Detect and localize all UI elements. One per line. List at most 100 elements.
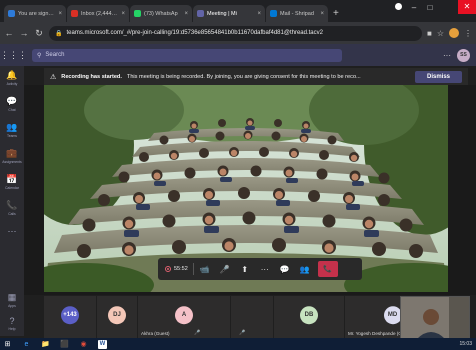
calendar-icon: 📅 (6, 174, 18, 184)
tab-favicon (8, 10, 15, 17)
mic-muted-icon: 🎤 (219, 264, 230, 274)
back-button[interactable]: ← (4, 28, 14, 38)
browser-menu-icon[interactable]: ⋮ (464, 29, 472, 38)
minimize-button[interactable]: – (408, 3, 420, 12)
hang-up-icon: 📞 (323, 266, 333, 273)
search-placeholder: Search (45, 52, 65, 58)
new-tab-button[interactable]: + (333, 8, 339, 19)
participant-overflow-tile[interactable]: +143 (44, 296, 96, 338)
app-launcher-icon[interactable]: ⋮⋮⋮ (0, 50, 27, 61)
hang-up-button[interactable]: 📞 (317, 261, 338, 277)
user-avatar[interactable]: SS (457, 48, 470, 62)
phone-icon: 📞 (6, 200, 18, 210)
bookmark-star-icon[interactable]: ☆ (437, 29, 444, 38)
browser-tab[interactable]: Mail - Shripad × (266, 5, 328, 22)
rail-item-more[interactable]: ⋯ (0, 226, 24, 237)
url-text: teams.microsoft.com/_#/pre-join-calling/… (66, 30, 323, 36)
teams-header: ⋮⋮⋮ ⚲ Search ··· SS (0, 44, 476, 66)
more-icon: ··· (260, 264, 269, 274)
app-icon[interactable]: ⬛ (60, 340, 69, 349)
browser-tab[interactable]: Inbox (2,444) - d × (67, 5, 129, 22)
rail-item-assignments[interactable]: 💼 Assignments (0, 148, 24, 164)
banner-message: This meeting is being recorded. By joini… (126, 73, 361, 80)
rail-item-calls[interactable]: 📞 Calls (0, 200, 24, 216)
tab-close-icon[interactable]: × (257, 11, 261, 17)
more-actions-button[interactable]: ··· (256, 260, 274, 278)
banner-title: Recording has started. (61, 73, 122, 80)
chat-icon: 💬 (6, 96, 18, 106)
search-icon: ⚲ (37, 52, 42, 59)
browser-tab[interactable]: (73) WhatsAp × (130, 5, 192, 22)
share-icon: ⬆ (241, 264, 249, 274)
participant-tile[interactable]: DB (274, 296, 344, 338)
tab-close-icon[interactable]: × (320, 11, 324, 17)
browser-tab-active[interactable]: Meeting | Mi × (193, 5, 265, 22)
forward-button[interactable]: → (19, 28, 29, 38)
camera-button[interactable]: 📹 (196, 260, 214, 278)
chrome-icon[interactable]: ◉ (79, 340, 88, 349)
browser-tab[interactable]: You are signed i × (4, 5, 66, 22)
tab-favicon (197, 10, 204, 17)
tab-close-icon[interactable]: × (58, 11, 62, 17)
tab-close-icon[interactable]: × (121, 11, 125, 17)
participant-avatar: DJ (108, 306, 126, 325)
app-rail: 🔔 Activity 💬 Chat 👥 Teams 💼 Assignments 📅 Cal… (0, 66, 24, 336)
participant-tile[interactable]: A Akhra (Guest) 🎤 (138, 296, 230, 338)
close-window-button[interactable]: ✕ (458, 0, 476, 14)
url-field[interactable]: 🔒 teams.microsoft.com/_#/pre-join-callin… (49, 25, 422, 41)
bell-icon: 🔔 (6, 70, 18, 80)
lock-icon: 🔒 (55, 30, 63, 37)
briefcase-icon: 💼 (6, 148, 18, 158)
window-controls: – □ (392, 3, 436, 12)
cast-icon[interactable]: ■ (427, 29, 432, 38)
participant-avatar: MD (383, 306, 402, 325)
browser-actions: ■ ☆ ⋮ (427, 28, 472, 38)
folder-icon[interactable]: 📁 (41, 340, 50, 349)
tab-title: Meeting | Mi (207, 10, 237, 17)
rail-item-activity[interactable]: 🔔 Activity (0, 70, 24, 86)
windows-taskbar: ⊞ e 📁 ⬛ ◉ W 15:03 (0, 338, 476, 350)
mic-icon: 🎤 (239, 330, 246, 336)
apps-icon: ▦ (7, 292, 17, 302)
help-icon: ? (9, 316, 15, 326)
mic-icon: 🎤 (194, 330, 201, 336)
call-duration: 55:52 (174, 266, 188, 272)
participants-button[interactable]: 👥 (296, 260, 314, 278)
self-view-image (401, 297, 469, 339)
profile-avatar[interactable] (449, 28, 459, 38)
tab-title: You are signed i (18, 10, 56, 17)
more-options-icon[interactable]: ··· (443, 51, 451, 60)
maximize-button[interactable]: □ (424, 3, 436, 12)
tab-title: Inbox (2,444) - d (81, 10, 119, 17)
chat-button[interactable]: 💬 (276, 260, 294, 278)
dismiss-button[interactable]: Dismiss (414, 70, 462, 83)
participant-tile[interactable]: DJ (97, 296, 137, 338)
start-icon[interactable]: ⊞ (3, 340, 12, 349)
rail-item-calendar[interactable]: 📅 Calendar (0, 174, 24, 190)
camera-icon: 📹 (199, 264, 210, 274)
reload-button[interactable]: ↻ (34, 28, 44, 39)
overflow-count-badge: +143 (61, 306, 79, 325)
share-button[interactable]: ⬆ (236, 260, 254, 278)
tab-favicon (71, 10, 78, 17)
call-controls: 55:52 📹 🎤 ⬆ ··· 💬 👥 📞 (158, 258, 362, 280)
tab-title: (73) WhatsAp (144, 10, 178, 17)
record-icon (392, 3, 404, 12)
participant-name: Mr. Yogesh Deshpande (G... (348, 331, 406, 336)
rail-item-teams[interactable]: 👥 Teams (0, 122, 24, 138)
rail-item-help[interactable]: ? Help (0, 316, 24, 331)
rail-item-chat[interactable]: 💬 Chat (0, 96, 24, 112)
participant-strip: +143 DJ A Akhra (Guest) 🎤 🎤 DB MD Mr. Yo… (44, 296, 440, 338)
tab-close-icon[interactable]: × (184, 11, 188, 17)
rail-item-apps[interactable]: ▦ Apps (0, 292, 24, 308)
participant-tile[interactable]: 🎤 (231, 296, 273, 338)
mic-button[interactable]: 🎤 (216, 260, 234, 278)
self-view-video (400, 296, 470, 340)
divider (192, 263, 194, 275)
search-input[interactable]: ⚲ Search (32, 48, 342, 62)
call-timer: 55:52 (162, 260, 191, 278)
word-icon[interactable]: W (98, 339, 107, 349)
chat-icon: 💬 (279, 264, 290, 274)
edge-icon[interactable]: e (22, 340, 31, 349)
system-clock: 15:03 (459, 341, 472, 347)
